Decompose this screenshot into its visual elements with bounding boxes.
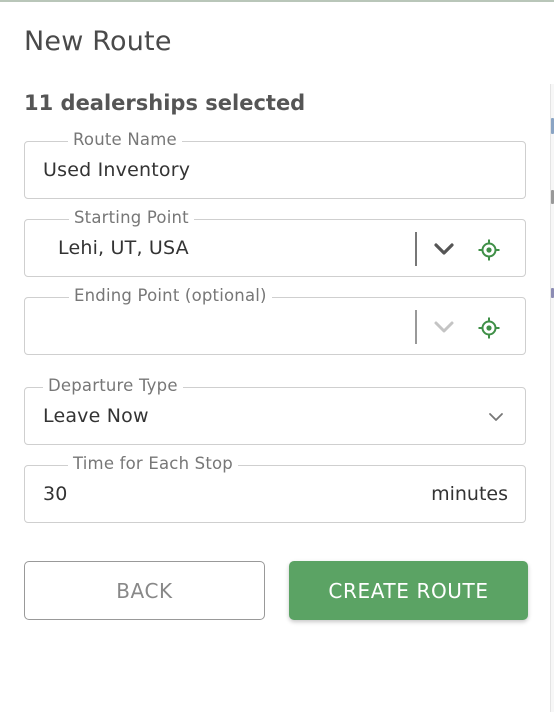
starting-point-field[interactable]: Starting Point Lehi, UT, USA: [24, 208, 526, 277]
route-name-label: Route Name: [68, 130, 182, 149]
starting-point-value[interactable]: Lehi, UT, USA: [58, 237, 189, 259]
departure-type-value[interactable]: Leave Now: [43, 405, 149, 427]
ending-point-label: Ending Point (optional): [69, 286, 272, 305]
ending-point-field[interactable]: Ending Point (optional): [24, 286, 526, 355]
chevron-down-icon[interactable]: [433, 317, 455, 337]
stop-duration-field[interactable]: Time for Each Stop minutes: [24, 454, 526, 523]
chevron-down-icon[interactable]: [488, 411, 504, 423]
background-panel-edge: [550, 84, 554, 712]
field-separator: [415, 310, 417, 344]
crosshair-location-icon[interactable]: [478, 317, 500, 339]
crosshair-location-icon[interactable]: [478, 239, 500, 261]
chevron-down-icon[interactable]: [433, 239, 455, 259]
stop-duration-input[interactable]: [43, 483, 243, 505]
stop-duration-unit: minutes: [431, 483, 508, 505]
selection-count: 11 dealerships selected: [24, 91, 306, 115]
starting-point-label: Starting Point: [69, 208, 194, 227]
top-divider: [0, 0, 554, 2]
page-title: New Route: [24, 26, 172, 57]
stop-duration-label: Time for Each Stop: [68, 454, 238, 473]
back-button[interactable]: BACK: [24, 561, 265, 620]
departure-type-label: Departure Type: [43, 376, 183, 395]
create-route-button[interactable]: CREATE ROUTE: [289, 561, 528, 620]
field-separator: [415, 232, 417, 266]
route-name-input[interactable]: [43, 159, 503, 181]
departure-type-select[interactable]: Departure Type Leave Now: [24, 376, 526, 445]
route-name-field[interactable]: Route Name: [24, 130, 526, 199]
